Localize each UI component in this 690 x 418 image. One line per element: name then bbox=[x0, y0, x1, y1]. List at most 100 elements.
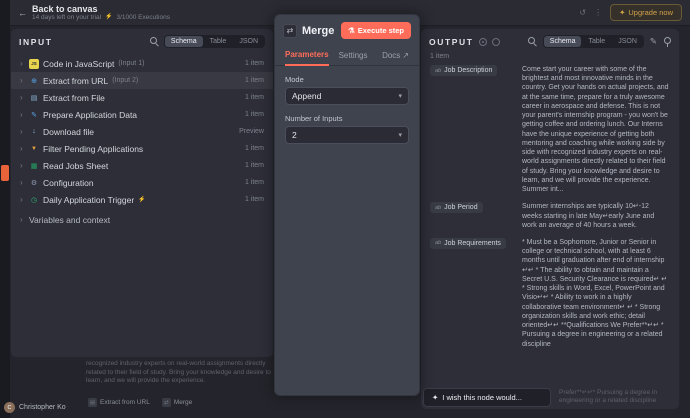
input-item-daily-application-trigger[interactable]: Daily Application Trigger 1 item bbox=[11, 191, 273, 208]
input-item-extract-from-file[interactable]: Extract from File 1 item bbox=[11, 89, 273, 106]
overflow-menu-icon[interactable] bbox=[594, 8, 602, 17]
left-sidebar-rail bbox=[0, 0, 10, 418]
string-type-icon bbox=[435, 240, 441, 246]
field-pill-job-description[interactable]: Job Description bbox=[430, 65, 497, 76]
output-field-job-requirements: Job Requirements * Must be a Sophomore, … bbox=[430, 238, 670, 349]
input-item-configuration[interactable]: Configuration 1 item bbox=[11, 174, 273, 191]
chevron-right-icon bbox=[20, 76, 25, 85]
pin-data-icon[interactable] bbox=[663, 37, 671, 47]
input-item-count: Preview bbox=[239, 128, 264, 135]
output-panel-title: OUTPUT bbox=[429, 37, 474, 47]
field-pill-job-requirements[interactable]: Job Requirements bbox=[430, 238, 506, 249]
output-tab-table[interactable]: Table bbox=[582, 36, 611, 47]
file-icon bbox=[29, 93, 39, 103]
input-item-count: 1 item bbox=[245, 77, 264, 84]
upgrade-now-button[interactable]: Upgrade now bbox=[610, 4, 682, 21]
tab-parameters[interactable]: Parameters bbox=[285, 46, 329, 66]
canvas-node-label: Merge bbox=[174, 399, 192, 406]
javascript-icon bbox=[29, 59, 39, 69]
canvas-sticky-note: recognized industry experts on real-worl… bbox=[86, 360, 272, 386]
canvas-node-extract-from-url[interactable]: Extract from URL bbox=[88, 398, 150, 407]
search-icon[interactable] bbox=[150, 37, 159, 46]
output-run-indicator-icon[interactable] bbox=[479, 38, 487, 46]
output-overflow-text: Prefer**↵↵* Pursuing a degree in enginee… bbox=[559, 389, 677, 406]
chevron-right-icon bbox=[20, 93, 25, 102]
field-name: Job Requirements bbox=[444, 240, 501, 247]
chevron-right-icon bbox=[20, 144, 25, 153]
output-tab-schema[interactable]: Schema bbox=[544, 36, 582, 47]
user-name: Christopher Ko bbox=[19, 404, 66, 411]
search-icon[interactable] bbox=[528, 37, 537, 46]
chevron-right-icon bbox=[20, 110, 25, 119]
canvas-node-merge[interactable]: Merge bbox=[162, 398, 192, 407]
sparkle-icon bbox=[619, 8, 625, 17]
merge-node-icon bbox=[162, 398, 171, 407]
clock-icon bbox=[29, 195, 39, 205]
input-item-suffix: (Input 2) bbox=[112, 77, 138, 84]
input-item-suffix: (Input 1) bbox=[118, 60, 144, 67]
user-menu[interactable]: C Christopher Ko bbox=[4, 402, 66, 413]
variables-and-context-item[interactable]: Variables and context bbox=[11, 211, 273, 228]
executions-count: 3/1000 Executions bbox=[117, 14, 170, 21]
input-item-label: Prepare Application Data bbox=[43, 110, 137, 120]
output-item-count: 1 item bbox=[421, 53, 679, 65]
input-item-filter-pending-applications[interactable]: Filter Pending Applications 1 item bbox=[11, 140, 273, 157]
field-value: Come start your career with some of the … bbox=[522, 65, 670, 194]
back-label: Back to canvas bbox=[32, 4, 170, 14]
input-item-label: Code in JavaScript bbox=[43, 59, 114, 69]
trial-text: 14 days left on your trial bbox=[32, 14, 101, 21]
chevron-right-icon bbox=[20, 59, 25, 68]
input-tab-table[interactable]: Table bbox=[204, 36, 233, 47]
input-item-count: 1 item bbox=[245, 94, 264, 101]
output-header-actions: Schema Table JSON bbox=[528, 35, 671, 48]
field-pill-job-period[interactable]: Job Period bbox=[430, 202, 483, 213]
back-to-canvas-button[interactable]: Back to canvas 14 days left on your tria… bbox=[18, 4, 170, 22]
canvas-node-label: Extract from URL bbox=[100, 399, 150, 406]
output-panel-footer: I wish this node would... Prefer**↵↵* Pu… bbox=[421, 385, 679, 409]
n8n-logo[interactable] bbox=[1, 165, 9, 181]
mode-select[interactable]: Append bbox=[285, 87, 409, 105]
input-item-read-jobs-sheet[interactable]: Read Jobs Sheet 1 item bbox=[11, 157, 273, 174]
node-feedback-placeholder: I wish this node would... bbox=[442, 393, 522, 402]
field-value: * Must be a Sophomore, Junior or Senior … bbox=[522, 238, 670, 349]
number-of-inputs-value: 2 bbox=[292, 130, 297, 140]
output-branch-icon[interactable] bbox=[492, 38, 500, 46]
executions-bolt-icon bbox=[105, 14, 112, 21]
input-tab-schema[interactable]: Schema bbox=[165, 36, 203, 47]
output-tab-json[interactable]: JSON bbox=[612, 36, 643, 47]
mode-value: Append bbox=[292, 91, 321, 101]
input-item-download-file[interactable]: Download file Preview bbox=[11, 123, 273, 140]
edit-output-icon[interactable] bbox=[650, 36, 657, 47]
input-item-label: Filter Pending Applications bbox=[43, 144, 143, 154]
node-feedback-input[interactable]: I wish this node would... bbox=[423, 388, 551, 407]
chevron-right-icon bbox=[20, 178, 25, 187]
input-tab-json[interactable]: JSON bbox=[233, 36, 264, 47]
spreadsheet-icon bbox=[29, 161, 39, 171]
mode-label: Mode bbox=[285, 75, 409, 84]
back-arrow-icon bbox=[18, 8, 27, 18]
input-item-count: 1 item bbox=[245, 162, 264, 169]
app-screen: recognized industry experts on real-worl… bbox=[0, 0, 690, 418]
tab-docs[interactable]: Docs bbox=[382, 47, 409, 65]
trial-status: 14 days left on your trial 3/1000 Execut… bbox=[32, 14, 170, 21]
input-item-extract-from-url[interactable]: Extract from URL (Input 2) 1 item bbox=[11, 72, 273, 89]
output-panel: OUTPUT Schema Table JSON 1 item bbox=[420, 28, 680, 410]
flask-icon bbox=[348, 26, 355, 35]
chevron-right-icon bbox=[20, 195, 25, 204]
globe-icon bbox=[29, 76, 39, 86]
number-of-inputs-select[interactable]: 2 bbox=[285, 126, 409, 144]
history-icon[interactable] bbox=[579, 8, 586, 17]
input-item-prepare-application-data[interactable]: Prepare Application Data 1 item bbox=[11, 106, 273, 123]
chevron-right-icon bbox=[20, 215, 25, 224]
docs-label: Docs bbox=[382, 51, 400, 60]
number-of-inputs-label: Number of Inputs bbox=[285, 114, 409, 123]
input-item-code-in-javascript[interactable]: Code in JavaScript (Input 1) 1 item bbox=[11, 55, 273, 72]
chevron-down-icon bbox=[398, 131, 402, 139]
pencil-icon bbox=[29, 110, 39, 120]
input-item-count: 1 item bbox=[245, 60, 264, 67]
execute-step-button[interactable]: Execute step bbox=[341, 22, 411, 39]
merge-node-icon bbox=[283, 24, 297, 38]
tab-settings[interactable]: Settings bbox=[339, 47, 368, 65]
gear-icon bbox=[29, 178, 39, 188]
input-item-count: 1 item bbox=[245, 179, 264, 186]
